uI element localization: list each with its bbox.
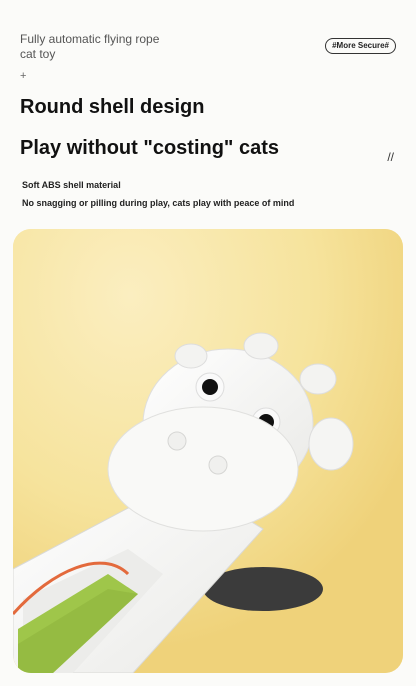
security-badge: #More Secure# xyxy=(325,38,396,54)
feature-material: Soft ABS shell material xyxy=(22,180,121,190)
eye-left-pupil xyxy=(202,379,218,395)
muzzle xyxy=(107,406,299,532)
page-subtitle: Play without "costing" cats xyxy=(20,137,280,159)
cat-toy-illustration xyxy=(13,229,403,673)
product-photo xyxy=(13,229,403,673)
nostril-left xyxy=(167,431,187,451)
horn-right xyxy=(308,417,354,471)
page-title: Round shell design xyxy=(20,96,205,118)
ear-top xyxy=(243,332,279,360)
plus-mark: + xyxy=(20,70,27,82)
ear-right xyxy=(299,363,337,395)
ear-left xyxy=(174,343,208,369)
nostril-right xyxy=(208,455,228,475)
product-label: Fully automatic flying rope cat toy xyxy=(20,32,160,61)
feature-benefit: No snagging or pilling during play, cats… xyxy=(22,198,295,208)
slash-mark: // xyxy=(387,150,394,164)
